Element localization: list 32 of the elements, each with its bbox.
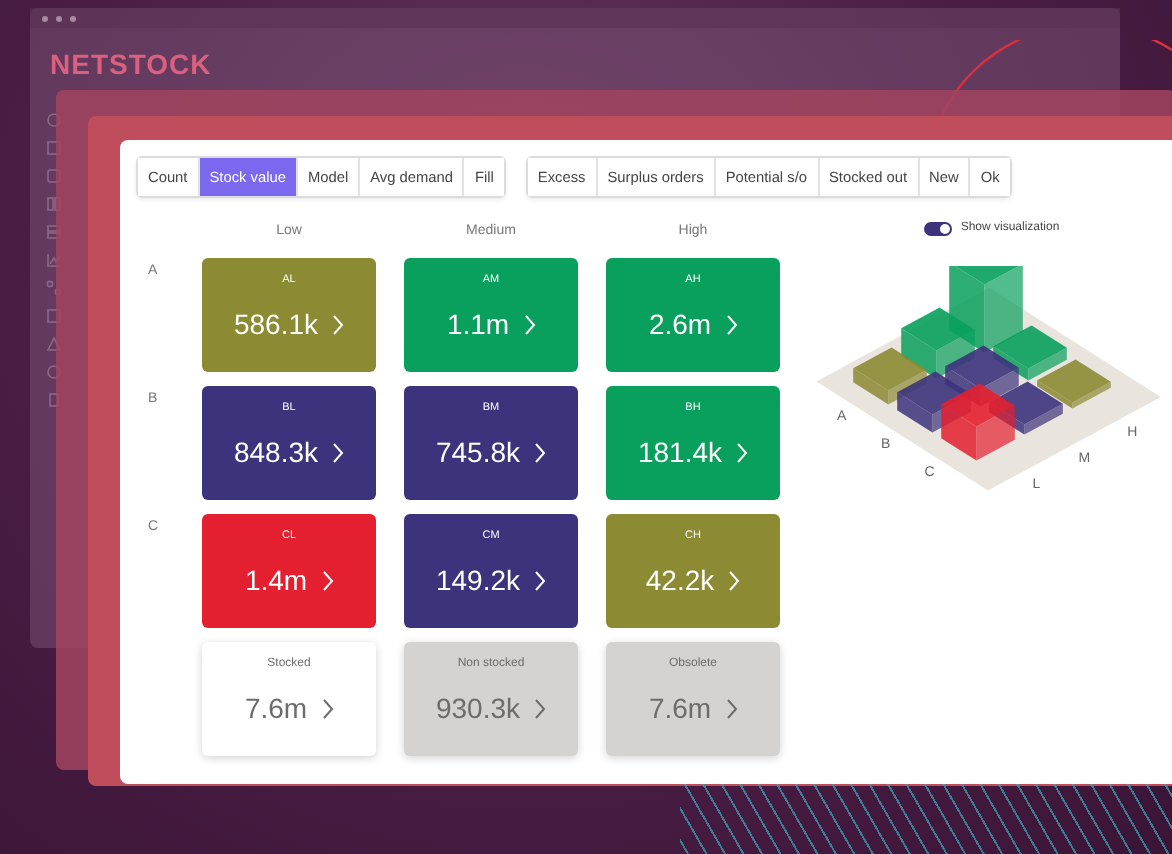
chevron-icon [725,697,738,719]
chevron-icon [332,441,345,463]
tile-value: 7.6m [648,692,712,724]
tile-value: 586.1k [233,308,319,340]
tile-value: 1.4m [244,564,308,596]
chevron-icon [332,313,345,335]
visualization-toggle[interactable] [924,222,953,236]
chevron-icon [736,441,749,463]
tile-value: 42.2k [645,564,715,596]
window-dot [42,15,48,21]
chevron-icon [321,697,334,719]
tile-value: 149.2k [435,564,521,596]
tile-value: 181.4k [637,436,723,468]
chevron-icon [725,313,738,335]
tile-value: 1.1m [446,308,510,340]
chevron-icon [534,569,547,591]
chevron-icon [534,441,547,463]
window-dot [56,15,62,21]
chevron-icon [534,697,547,719]
chevron-icon [728,569,741,591]
isometric-bar [853,347,927,405]
tile-value: 7.6m [244,692,308,724]
window-dot [70,15,76,21]
logo: NETSTOCK [50,46,212,84]
isometric-bar [901,307,975,379]
isometric-bar [1037,359,1111,409]
chevron-icon [321,569,334,591]
tile-value: 2.6m [648,308,712,340]
tile-value: 930.3k [435,692,521,724]
chevron-icon [523,313,536,335]
tile-value: 848.3k [233,436,319,468]
tile-value: 745.8k [435,436,521,468]
